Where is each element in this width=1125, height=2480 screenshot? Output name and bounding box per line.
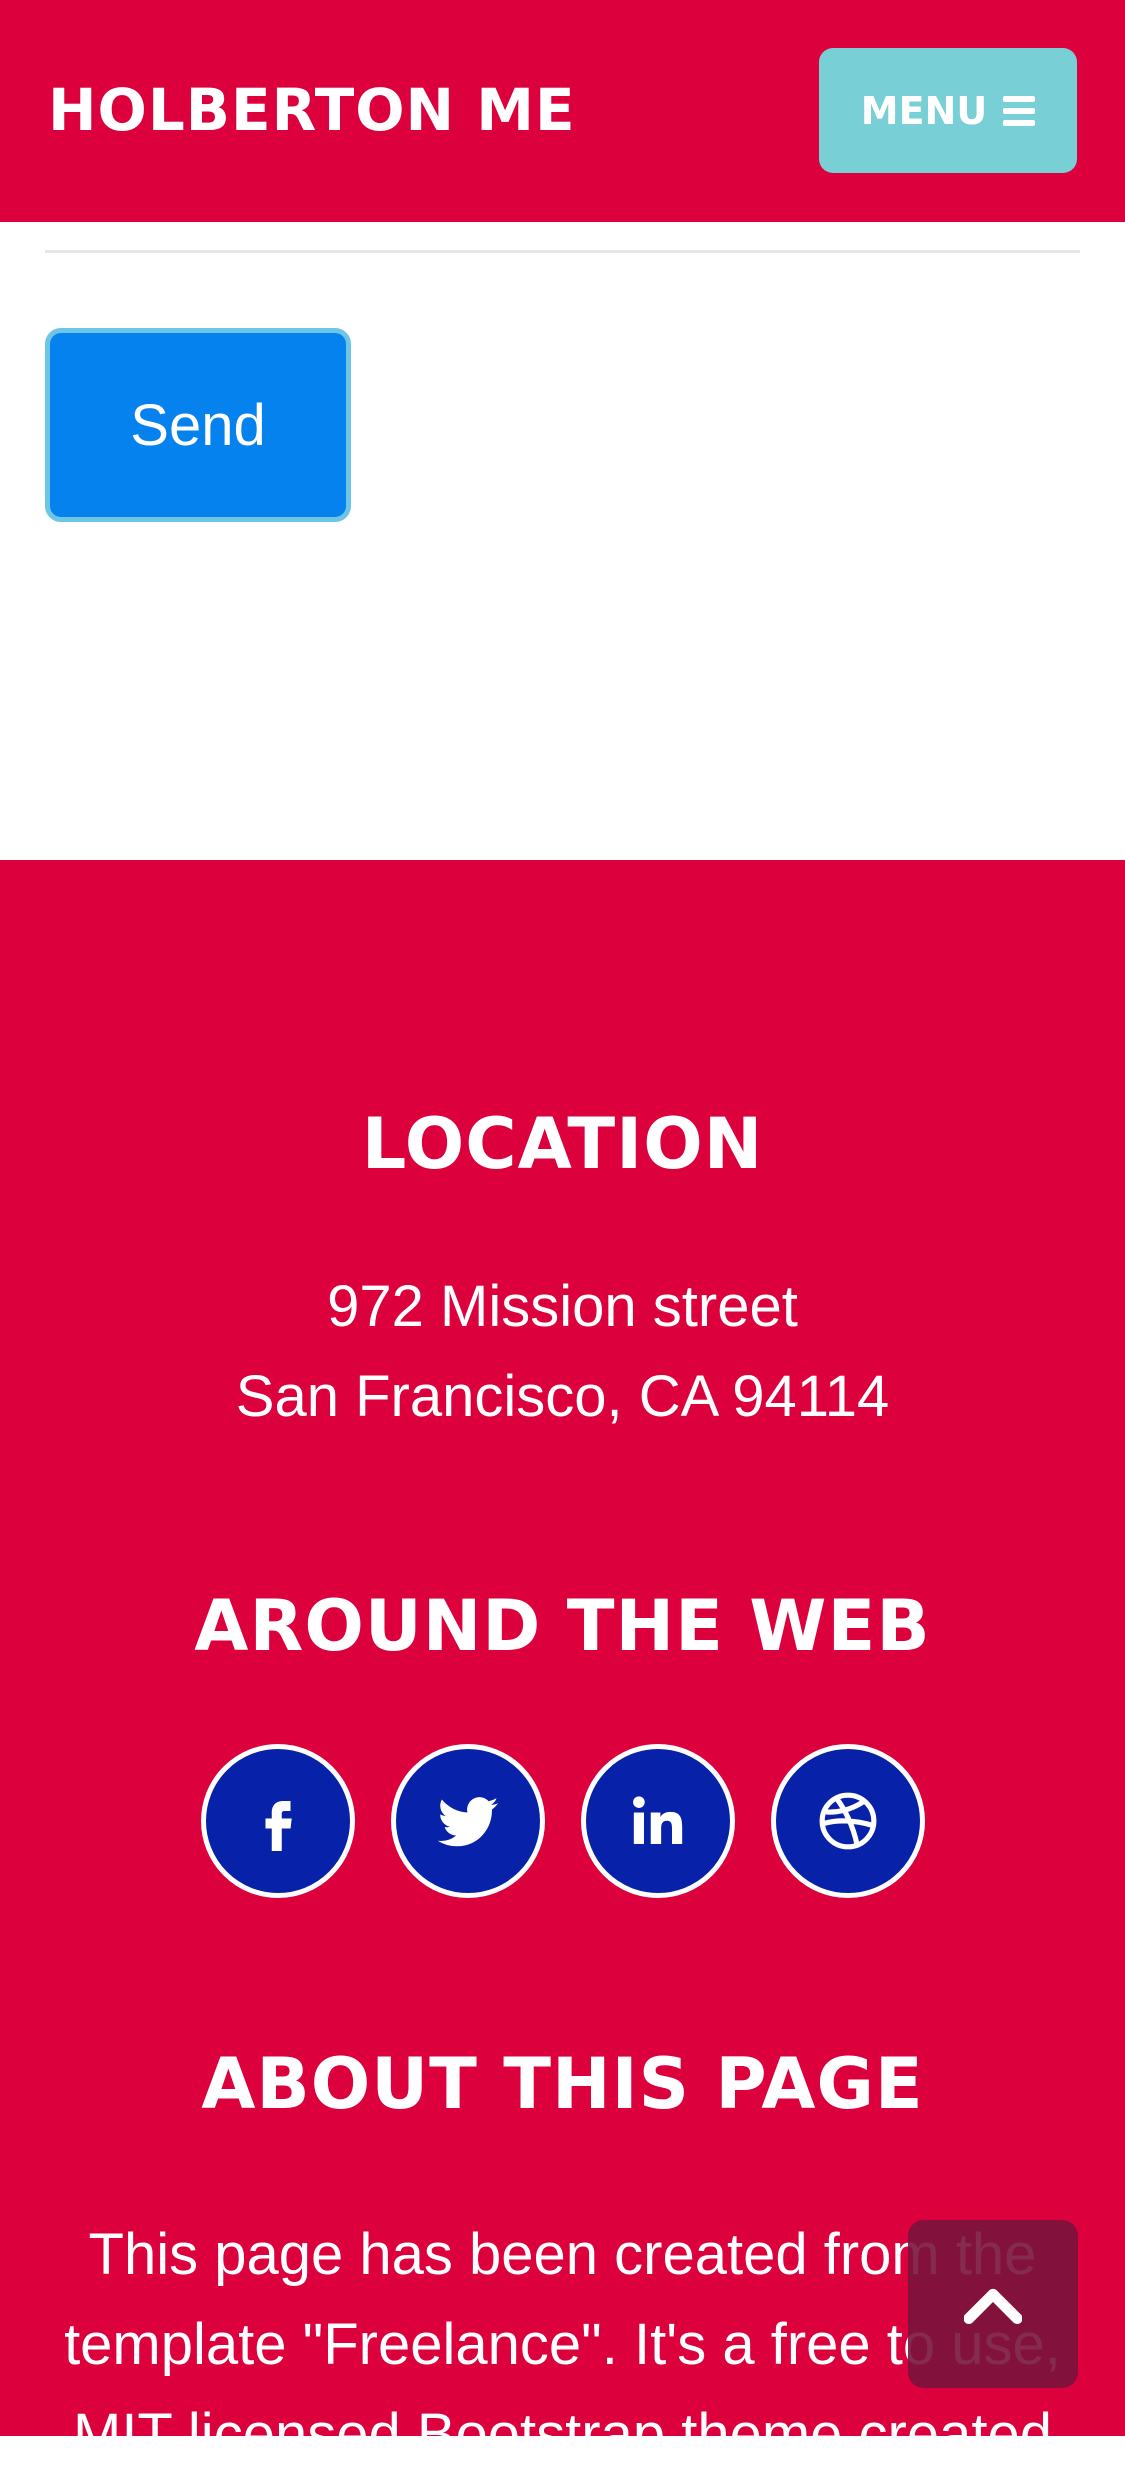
about-line-3: MIT licensed Bootstrap theme created	[73, 2402, 1052, 2467]
twitter-link[interactable]	[390, 1744, 545, 1898]
brand-logo[interactable]: HOLBERTON ME	[48, 74, 576, 146]
facebook-icon	[265, 1801, 292, 1851]
chevron-up-icon	[964, 2288, 1022, 2324]
menu-button[interactable]: MENU	[819, 48, 1077, 173]
hamburger-icon	[1003, 95, 1036, 126]
facebook-link[interactable]	[200, 1744, 355, 1898]
address-line-2: San Francisco, CA 94114	[235, 1364, 890, 1429]
social-links	[0, 1744, 1125, 1898]
form-field-underline	[45, 250, 1080, 253]
dribbble-link[interactable]	[770, 1744, 925, 1898]
linkedin-link[interactable]	[580, 1744, 735, 1898]
footer: LOCATION 972 Mission street San Francisc…	[0, 860, 1125, 2467]
address-line-1: 972 Mission street	[327, 1274, 798, 1339]
dribbble-icon	[819, 1792, 876, 1850]
scroll-to-top-button[interactable]	[908, 2220, 1078, 2388]
address: 972 Mission street San Francisco, CA 941…	[0, 1262, 1125, 1442]
navbar: HOLBERTON ME MENU	[0, 0, 1125, 222]
menu-button-label: MENU	[860, 88, 988, 133]
twitter-icon	[437, 1797, 498, 1847]
about-heading: ABOUT THIS PAGE	[201, 2043, 924, 2125]
send-button[interactable]: Send	[45, 328, 351, 522]
around-the-web-heading: AROUND THE WEB	[194, 1585, 931, 1667]
linkedin-icon	[632, 1796, 682, 1844]
location-heading: LOCATION	[361, 1103, 764, 1185]
